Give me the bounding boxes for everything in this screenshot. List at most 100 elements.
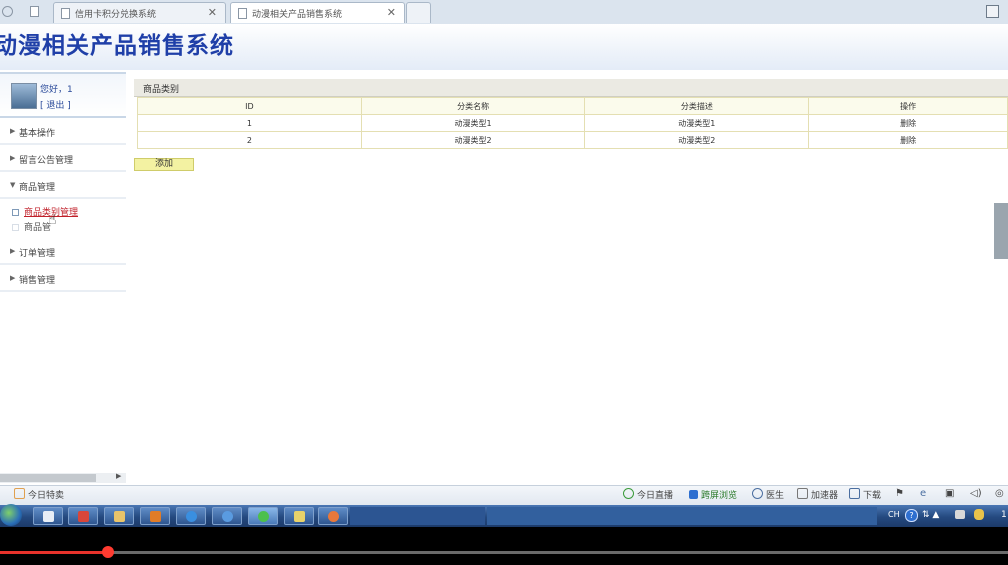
clock[interactable]: 1 bbox=[1001, 510, 1007, 520]
download-label: 下载 bbox=[863, 491, 882, 501]
taskbar-app-editor[interactable] bbox=[284, 507, 314, 525]
today-live-label: 今日直播 bbox=[637, 491, 674, 501]
vertical-scrollbar[interactable] bbox=[994, 203, 1008, 259]
greeting-text: 您好，1 bbox=[40, 85, 73, 95]
menu-label: 商品管理 bbox=[19, 183, 56, 193]
back-icon[interactable] bbox=[2, 6, 13, 17]
screen-icon bbox=[689, 490, 698, 499]
taskbar-app-ie[interactable] bbox=[176, 507, 206, 525]
window-icon[interactable] bbox=[986, 5, 999, 18]
progress-fill bbox=[0, 551, 108, 554]
category-table: ID 分类名称 分类描述 操作 1 动漫类型1 动漫类型1 删除 2 动漫类型2… bbox=[137, 97, 1008, 149]
table-row: 1 动漫类型1 动漫类型1 删除 bbox=[137, 114, 1008, 132]
start-button[interactable] bbox=[0, 504, 22, 526]
menu-label: 留言公告管理 bbox=[19, 156, 74, 166]
delete-link[interactable]: 删除 bbox=[808, 114, 1008, 132]
qq-icon[interactable] bbox=[974, 509, 984, 520]
media-icon bbox=[78, 511, 89, 522]
browser-360-icon bbox=[258, 511, 269, 522]
download-link[interactable]: 下载 bbox=[849, 488, 881, 501]
ie-icon[interactable]: e bbox=[920, 488, 926, 499]
network-icon[interactable] bbox=[955, 510, 965, 519]
taskbar-app-explorer[interactable] bbox=[104, 507, 134, 525]
menu-product-management[interactable]: ▼ 商品管理 bbox=[0, 175, 126, 199]
avatar bbox=[11, 83, 37, 109]
taskbar-app-media[interactable] bbox=[68, 507, 98, 525]
browser-tab-credit[interactable]: 信用卡积分兑换系统 ✕ bbox=[53, 2, 226, 23]
document-icon bbox=[43, 511, 54, 522]
menu-label: 基本操作 bbox=[19, 129, 56, 139]
scroll-right-icon[interactable]: ▶ bbox=[116, 472, 121, 480]
rocket-icon bbox=[797, 488, 808, 499]
table-header-row: ID 分类名称 分类描述 操作 bbox=[137, 97, 1008, 115]
chevron-right-icon: ▶ bbox=[10, 154, 16, 162]
menu-order-management[interactable]: ▶ 订单管理 bbox=[0, 241, 126, 265]
doctor-link[interactable]: 医生 bbox=[752, 488, 784, 501]
system-title: 动漫相关产品销售系统 bbox=[0, 32, 234, 59]
tray-icons[interactable]: ⇅ ▲ bbox=[922, 510, 939, 520]
today-deal-link[interactable]: 今日特卖 bbox=[14, 488, 64, 501]
page-icon[interactable] bbox=[30, 6, 39, 17]
chevron-down-icon: ▼ bbox=[10, 181, 16, 189]
taskbar-window-button[interactable] bbox=[350, 507, 485, 525]
window-mode-icon[interactable]: ▣ bbox=[945, 488, 954, 499]
tab-title: 动漫相关产品销售系统 bbox=[252, 10, 343, 20]
tools-icon bbox=[150, 511, 161, 522]
help-icon[interactable]: ? bbox=[905, 509, 918, 522]
logout-link[interactable]: [ 退出 ] bbox=[40, 98, 71, 111]
new-tab-button[interactable] bbox=[406, 2, 431, 23]
menu-message-notice[interactable]: ▶ 留言公告管理 bbox=[0, 148, 126, 172]
menu-basic-ops[interactable]: ▶ 基本操作 bbox=[0, 121, 126, 145]
chevron-right-icon: ▶ bbox=[10, 247, 16, 255]
today-live-link[interactable]: 今日直播 bbox=[623, 488, 673, 501]
zoom-icon[interactable]: ◎ bbox=[995, 488, 1004, 499]
taskbar-app-tools[interactable] bbox=[140, 507, 170, 525]
video-player-bar bbox=[0, 527, 1008, 565]
submenu-label: 商品管 bbox=[24, 223, 52, 233]
chevron-right-icon: ▶ bbox=[10, 127, 16, 135]
doctor-icon bbox=[752, 488, 763, 499]
table-row: 2 动漫类型2 动漫类型2 删除 bbox=[137, 131, 1008, 149]
add-button[interactable]: 添加 bbox=[134, 158, 194, 171]
cell-name: 动漫类型2 bbox=[360, 131, 586, 149]
square-bullet-icon bbox=[12, 224, 19, 231]
chevron-right-icon: ▶ bbox=[10, 274, 16, 282]
page-header: 动漫相关产品销售系统 bbox=[0, 24, 1008, 70]
flag-icon[interactable]: ⚑ bbox=[895, 488, 904, 499]
taskbar-app-notepad[interactable] bbox=[33, 507, 63, 525]
panel-title: 商品类别 bbox=[143, 85, 180, 95]
split-browse-link[interactable]: 跨屏浏览 bbox=[689, 488, 737, 501]
gift-icon bbox=[14, 488, 25, 499]
browser-tab-anime[interactable]: 动漫相关产品销售系统 ✕ bbox=[230, 2, 405, 23]
close-icon[interactable]: ✕ bbox=[208, 6, 217, 19]
speaker-icon[interactable]: ◁) bbox=[970, 488, 982, 499]
doctor-label: 医生 bbox=[766, 491, 785, 501]
language-indicator[interactable]: CH bbox=[888, 510, 900, 519]
download-icon bbox=[849, 488, 860, 499]
document-icon bbox=[238, 8, 247, 19]
taskbar-app-browser[interactable] bbox=[212, 507, 242, 525]
ie-icon bbox=[186, 511, 197, 522]
user-panel: 您好，1 [ 退出 ] bbox=[0, 72, 126, 118]
taskbar-app-360[interactable] bbox=[248, 507, 278, 525]
accelerator-label: 加速器 bbox=[811, 491, 839, 501]
cell-id: 1 bbox=[137, 114, 362, 132]
taskbar-window-button[interactable] bbox=[487, 507, 877, 525]
submenu-category-management[interactable]: 商品类别管理 bbox=[12, 205, 78, 218]
hand-cursor-icon: ☝ bbox=[48, 212, 57, 228]
cell-name: 动漫类型1 bbox=[360, 114, 586, 132]
menu-sales-management[interactable]: ▶ 销售管理 bbox=[0, 268, 126, 292]
close-icon[interactable]: ✕ bbox=[387, 6, 396, 19]
progress-handle[interactable] bbox=[102, 546, 114, 558]
document-icon bbox=[61, 8, 70, 19]
taskbar-app-player[interactable] bbox=[318, 507, 348, 525]
cell-id: 2 bbox=[137, 131, 362, 149]
submenu-product-management[interactable]: 商品管 bbox=[12, 220, 51, 233]
folder-icon bbox=[114, 511, 125, 522]
split-browse-label: 跨屏浏览 bbox=[701, 491, 738, 501]
column-header-name: 分类名称 bbox=[360, 97, 586, 115]
delete-link[interactable]: 删除 bbox=[808, 131, 1008, 149]
accelerator-link[interactable]: 加速器 bbox=[797, 488, 838, 501]
progress-track[interactable] bbox=[0, 551, 1008, 554]
scrollbar-thumb[interactable] bbox=[0, 474, 96, 482]
